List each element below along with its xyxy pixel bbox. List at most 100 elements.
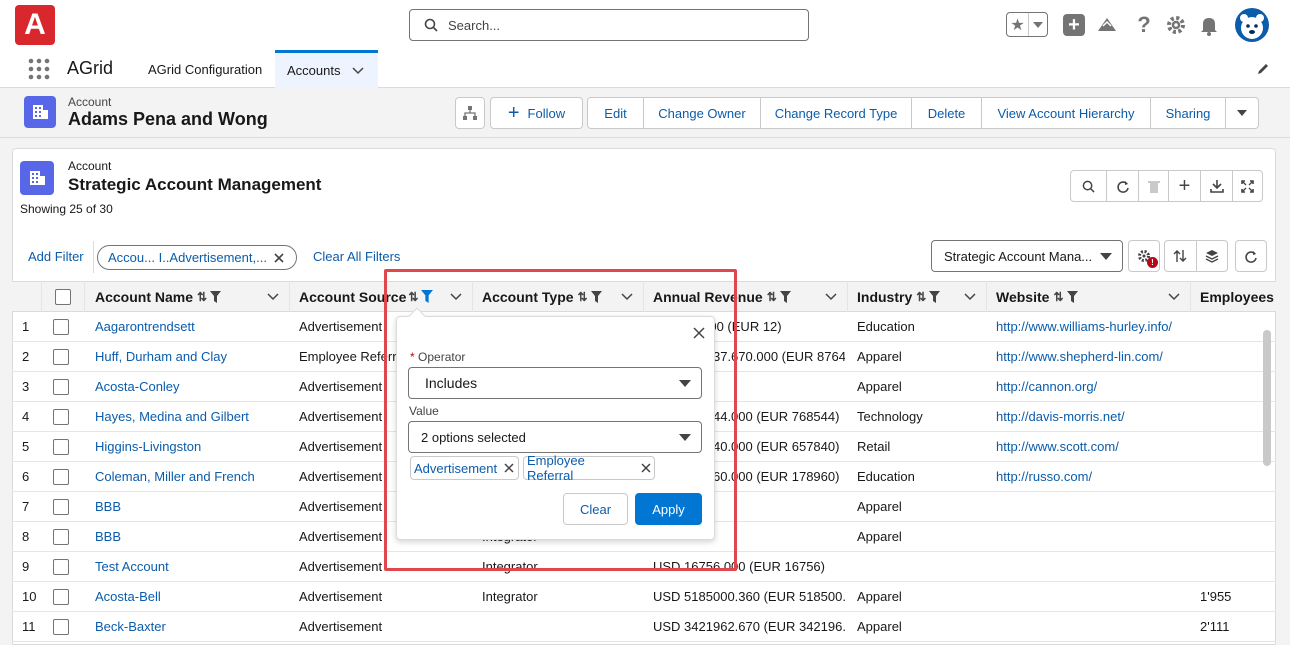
app-nav-bar: AGrid AGrid Configuration Accounts bbox=[0, 50, 1290, 88]
chevron-down-icon[interactable] bbox=[1168, 292, 1180, 301]
search-input[interactable]: Search... bbox=[448, 18, 500, 33]
app-launcher-icon[interactable] bbox=[28, 58, 50, 80]
column-header-account-name[interactable]: Account Name ⇅ bbox=[85, 281, 290, 312]
industry-cell: Education bbox=[857, 469, 915, 484]
trailhead-icon[interactable] bbox=[1096, 14, 1118, 36]
expand-icon[interactable] bbox=[1233, 171, 1262, 201]
sort-arrows-icon[interactable]: ⇅ bbox=[1053, 290, 1063, 304]
grid-search-icon[interactable] bbox=[1071, 171, 1107, 201]
download-icon[interactable] bbox=[1201, 171, 1233, 201]
reset-view-button[interactable] bbox=[1235, 240, 1267, 272]
row-checkbox[interactable] bbox=[53, 499, 69, 515]
column-header-website[interactable]: Website ⇅ bbox=[987, 281, 1191, 312]
vertical-scrollbar[interactable] bbox=[1263, 330, 1271, 466]
filter-icon[interactable] bbox=[929, 290, 941, 303]
row-checkbox[interactable] bbox=[53, 439, 69, 455]
add-row-icon[interactable]: + bbox=[1169, 171, 1201, 201]
search-box[interactable]: Search... bbox=[409, 9, 809, 41]
view-settings-button[interactable]: ! bbox=[1128, 240, 1160, 272]
column-header-industry[interactable]: Industry ⇅ bbox=[848, 281, 987, 312]
help-icon[interactable]: ? bbox=[1134, 12, 1154, 38]
app-name: AGrid bbox=[67, 58, 114, 78]
filter-icon[interactable] bbox=[1066, 290, 1078, 303]
account-name-link[interactable]: Huff, Durham and Clay bbox=[95, 349, 227, 364]
account-name-link[interactable]: Hayes, Medina and Gilbert bbox=[95, 409, 249, 424]
global-add-icon[interactable]: + bbox=[1063, 14, 1085, 36]
delete-button[interactable]: Delete bbox=[912, 98, 982, 128]
account-name-link[interactable]: Beck-Baxter bbox=[95, 619, 166, 634]
filter-icon[interactable] bbox=[779, 290, 791, 303]
website-link[interactable]: http://www.shepherd-lin.com/ bbox=[996, 349, 1163, 364]
column-header-employees[interactable]: Employees ⇅ bbox=[1191, 281, 1276, 312]
active-filter-pill[interactable]: Accou... I..Advertisement,... bbox=[97, 245, 297, 270]
account-source-cell: Advertisement bbox=[299, 379, 383, 394]
row-number: 3 bbox=[22, 379, 30, 394]
avatar[interactable] bbox=[1235, 8, 1269, 42]
row-checkbox[interactable] bbox=[53, 349, 69, 365]
chevron-down-icon[interactable] bbox=[825, 292, 837, 301]
hierarchy-button[interactable] bbox=[455, 97, 485, 129]
row-checkbox[interactable] bbox=[53, 619, 69, 635]
row-checkbox[interactable] bbox=[53, 409, 69, 425]
sort-arrows-icon[interactable]: ⇅ bbox=[916, 290, 926, 304]
account-name-link[interactable]: Acosta-Conley bbox=[95, 379, 180, 394]
layers-icon[interactable] bbox=[1197, 241, 1228, 271]
row-number: 7 bbox=[22, 499, 30, 514]
row-checkbox[interactable] bbox=[53, 529, 69, 545]
account-source-cell: Advertisement bbox=[299, 589, 383, 604]
account-name-link[interactable]: Test Account bbox=[95, 559, 169, 574]
row-number: 6 bbox=[22, 469, 30, 484]
record-header: Account Adams Pena and Wong + Follow Edi… bbox=[0, 88, 1290, 138]
account-name-link[interactable]: Aagarontrendsett bbox=[95, 319, 195, 334]
view-select[interactable]: Strategic Account Mana... bbox=[931, 240, 1123, 272]
view-account-hierarchy-button[interactable]: View Account Hierarchy bbox=[982, 98, 1151, 128]
row-number: 5 bbox=[22, 439, 30, 454]
row-checkbox[interactable] bbox=[53, 559, 69, 575]
row-checkbox[interactable] bbox=[53, 589, 69, 605]
sort-icon[interactable] bbox=[1165, 241, 1197, 271]
chevron-down-icon[interactable] bbox=[352, 66, 365, 75]
employees-cell: 2'111 bbox=[1200, 619, 1230, 634]
refresh-icon bbox=[1245, 251, 1257, 263]
sort-arrows-icon[interactable]: ⇅ bbox=[767, 290, 777, 304]
change-record-type-button[interactable]: Change Record Type bbox=[761, 98, 912, 128]
row-checkbox[interactable] bbox=[53, 379, 69, 395]
more-actions-button[interactable] bbox=[1226, 98, 1258, 128]
industry-cell: Technology bbox=[857, 409, 923, 424]
follow-button[interactable]: + Follow bbox=[490, 97, 583, 129]
account-name-link[interactable]: Coleman, Miller and French bbox=[95, 469, 255, 484]
clear-all-filters-link[interactable]: Clear All Filters bbox=[313, 249, 400, 264]
row-number: 11 bbox=[22, 619, 36, 634]
row-checkbox[interactable] bbox=[53, 469, 69, 485]
account-name-link[interactable]: BBB bbox=[95, 499, 121, 514]
sharing-button[interactable]: Sharing bbox=[1151, 98, 1226, 128]
website-link[interactable]: http://www.scott.com/ bbox=[996, 439, 1119, 454]
select-all-checkbox[interactable] bbox=[55, 288, 71, 305]
filter-icon[interactable] bbox=[210, 290, 222, 303]
tab-agrid-configuration[interactable]: AGrid Configuration bbox=[140, 50, 270, 88]
website-link[interactable]: http://russo.com/ bbox=[996, 469, 1092, 484]
sort-arrows-icon[interactable]: ⇅ bbox=[197, 290, 207, 304]
website-link[interactable]: http://cannon.org/ bbox=[996, 379, 1097, 394]
remove-filter-icon[interactable] bbox=[274, 252, 284, 263]
chevron-down-icon[interactable] bbox=[267, 292, 279, 301]
chevron-down-icon[interactable] bbox=[964, 292, 976, 301]
website-link[interactable]: http://www.williams-hurley.info/ bbox=[996, 319, 1172, 334]
website-link[interactable]: http://davis-morris.net/ bbox=[996, 409, 1125, 424]
favorites-button[interactable]: ★ bbox=[1006, 12, 1048, 37]
chevron-down-icon bbox=[1237, 110, 1247, 116]
app-logo[interactable]: A bbox=[15, 5, 55, 45]
change-owner-button[interactable]: Change Owner bbox=[644, 98, 761, 128]
account-name-link[interactable]: Higgins-Livingston bbox=[95, 439, 201, 454]
account-name-link[interactable]: BBB bbox=[95, 529, 121, 544]
notification-bell-icon[interactable] bbox=[1198, 14, 1220, 36]
account-name-link[interactable]: Acosta-Bell bbox=[95, 589, 161, 604]
edit-button[interactable]: Edit bbox=[588, 98, 644, 128]
row-checkbox[interactable] bbox=[53, 319, 69, 335]
edit-nav-pencil-icon[interactable] bbox=[1256, 62, 1270, 76]
add-filter-link[interactable]: Add Filter bbox=[28, 249, 84, 264]
refresh-icon[interactable] bbox=[1107, 171, 1139, 201]
gear-icon[interactable] bbox=[1165, 14, 1187, 36]
tab-accounts[interactable]: Accounts bbox=[275, 50, 378, 88]
delete-rows-icon[interactable] bbox=[1139, 171, 1169, 201]
